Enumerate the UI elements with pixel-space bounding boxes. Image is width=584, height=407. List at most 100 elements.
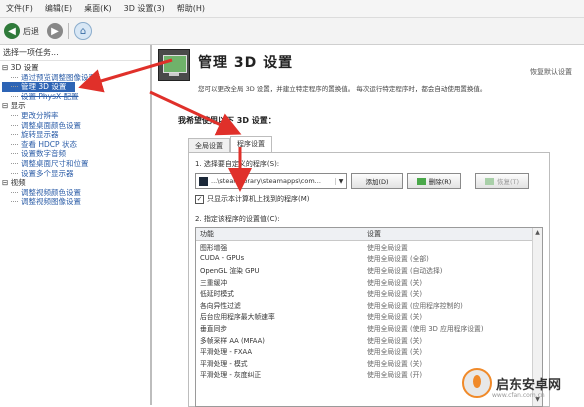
remove-button-label: 删除(R) [428,178,452,186]
setting-cell[interactable]: 使用全局设置 (全部) [365,253,534,263]
program-select[interactable]: ...\steamlibrary\steamapps\com... ▼ [195,173,347,189]
setting-cell[interactable]: 使用全局设置 (关) [365,358,534,368]
table-row[interactable]: 低延时模式使用全局设置 (关)▾ [196,287,542,299]
section-title: 我希望使用以下 3D 设置： [178,116,276,125]
menu-edit[interactable]: 编辑(E) [39,3,78,14]
feature-cell: 平滑处理 - 灰度纠正 [200,371,262,380]
feature-cell: CUDA - GPUs [200,254,245,263]
menu-desktop[interactable]: 桌面(K) [78,3,118,14]
setting-cell[interactable]: 使用全局设置 (关) [365,335,534,345]
specify-settings-label: 2. 指定该程序的设置值(C): [195,215,280,223]
tree-item-manage-3d-settings[interactable]: 管理 3D 设置 [2,82,75,92]
settings-tabs: 全局设置 程序设置 [188,136,272,155]
back-arrow-icon[interactable]: ◀ [4,23,20,39]
menu-file[interactable]: 文件(F) [0,3,39,14]
main-panel: 管理 3D 设置 恢复默认设置 您可以更改全局 3D 设置，并建立特定程序的置换… [152,45,584,407]
add-button[interactable]: 添加(D) [351,173,403,189]
feature-cell: 平滑处理 - FXAA [200,348,253,357]
show-only-found-programs-label: 只显示本计算机上找到的程序(M) [207,195,310,203]
feature-cell: 低延时模式 [200,290,234,299]
tree-item-hdcp-status[interactable]: 查看 HDCP 状态 [2,140,150,150]
show-only-found-programs[interactable]: ✓ 只显示本计算机上找到的程序(M) [195,194,310,204]
restore-defaults-link[interactable]: 恢复默认设置 [530,67,572,77]
forward-arrow-icon[interactable]: ▶ [47,23,63,39]
task-header: 选择一项任务... [0,45,150,61]
toolbar: ◀ 后退 ▶ ⌂ [0,18,584,45]
menu-3d-settings[interactable]: 3D 设置(3) [118,3,171,14]
program-select-value: ...\steamlibrary\steamapps\com... [211,177,321,185]
manage-3d-settings-icon [158,49,190,81]
table-row[interactable]: 平滑处理 - FXAA使用全局设置 (关)▾ [196,345,542,357]
feature-cell: 多帧采样 AA (MFAA) [200,336,265,345]
page-header: 管理 3D 设置 恢复默认设置 [152,45,584,85]
toolbar-divider [68,23,69,39]
back-button-label[interactable]: 后退 [23,26,39,37]
tree-item-desktop-size[interactable]: 调整桌面尺寸和位置 [2,159,150,169]
table-rows: 图形增强使用全局设置▾CUDA - GPUs使用全局设置 (全部)▾OpenGL… [196,241,542,380]
table-row[interactable]: 多帧采样 AA (MFAA)使用全局设置 (关)▾ [196,334,542,346]
tree-item-video-image[interactable]: 调整视频图像设置 [2,197,150,207]
tree-category-3d-settings[interactable]: ⊟ 3D 设置 [2,63,150,73]
restore-button[interactable]: 恢复(T) [475,173,529,189]
setting-cell[interactable]: 使用全局设置 (自动选择) [365,265,534,275]
feature-cell: OpenGL 渲染 GPU [200,266,260,275]
remove-icon [416,177,426,185]
column-header-setting: 设置 [367,230,381,238]
feature-cell: 三重缓冲 [200,278,228,287]
setting-cell[interactable]: 使用全局设置 (关) [365,288,534,298]
tree-item-preview-image-settings[interactable]: 通过预览调整图像设置 [2,73,150,83]
feature-cell: 垂直同步 [200,324,228,333]
table-row[interactable]: 后台应用程序最大帧速率使用全局设置 (关)▾ [196,311,542,323]
task-tree-panel: 选择一项任务... ⊟ 3D 设置 通过预览调整图像设置 管理 3D 设置 设置… [0,45,152,405]
page-description: 您可以更改全局 3D 设置，并建立特定程序的置换值。 每次运行特定程序时，都会自… [198,85,487,93]
task-tree: ⊟ 3D 设置 通过预览调整图像设置 管理 3D 设置 设置 PhysX 配置 … [0,61,150,207]
monitor-screen-shape [163,55,187,73]
tree-item-rotate-display[interactable]: 旋转显示器 [2,130,150,140]
watermark-url: www.cfan.com.cn [492,392,545,399]
table-row[interactable]: 垂直同步使用全局设置 (使用 3D 应用程序设置)▾ [196,322,542,334]
tab-global-settings[interactable]: 全局设置 [188,138,230,152]
tree-item-multiple-displays[interactable]: 设置多个显示器 [2,169,150,179]
setting-cell[interactable]: 使用全局设置 (应用程序控制的) [365,300,534,310]
add-button-label: 添加(D) [365,178,389,186]
menu-bar: 文件(F) 编辑(E) 桌面(K) 3D 设置(3) 帮助(H) [0,0,584,18]
tree-item-desktop-color[interactable]: 调整桌面颜色设置 [2,121,150,131]
setting-cell[interactable]: 使用全局设置 (关) [365,277,534,287]
feature-cell: 后台应用程序最大帧速率 [200,313,275,322]
table-row[interactable]: OpenGL 渲染 GPU使用全局设置 (自动选择)▾ [196,264,542,276]
setting-cell[interactable]: 使用全局设置 (关) [365,311,534,321]
remove-button[interactable]: 删除(R) [407,173,461,189]
table-row[interactable]: 图形增强使用全局设置▾ [196,241,542,253]
table-row[interactable]: 平滑处理 - 模式使用全局设置 (关)▾ [196,357,542,369]
table-row[interactable]: CUDA - GPUs使用全局设置 (全部)▾ [196,253,542,265]
watermark-logo-icon [462,368,492,398]
chevron-down-icon[interactable]: ▼ [335,177,346,185]
setting-cell[interactable]: 使用全局设置 (使用 3D 应用程序设置) [365,323,534,333]
feature-cell: 平滑处理 - 模式 [200,359,248,368]
setting-cell[interactable]: 使用全局设置 [365,242,534,252]
table-row[interactable]: 各向异性过滤使用全局设置 (应用程序控制的)▾ [196,299,542,311]
feature-cell: 各向异性过滤 [200,301,241,310]
tree-category-display[interactable]: ⊟ 显示 [2,101,150,111]
scroll-up-icon[interactable]: ▲ [533,229,542,238]
tree-category-video[interactable]: ⊟ 视频 [2,178,150,188]
page-title: 管理 3D 设置 [198,55,294,71]
table-header-row: 功能 设置 [196,228,542,241]
feature-cell: 图形增强 [200,243,228,252]
column-header-feature: 功能 [200,230,214,238]
tree-item-digital-audio[interactable]: 设置数字音频 [2,149,150,159]
checkbox-checked-icon[interactable]: ✓ [195,194,204,204]
monitor-base-shape [169,73,179,76]
restore-icon [484,177,494,185]
restore-button-label: 恢复(T) [496,178,520,186]
setting-cell[interactable]: 使用全局设置 (关) [365,346,534,356]
home-icon[interactable]: ⌂ [74,22,92,40]
table-row[interactable]: 三重缓冲使用全局设置 (关)▾ [196,276,542,288]
steam-program-icon [199,176,208,186]
menu-help[interactable]: 帮助(H) [171,3,211,14]
tree-item-physx[interactable]: 设置 PhysX 配置 [2,92,150,102]
tree-item-video-color[interactable]: 调整视频颜色设置 [2,188,150,198]
select-program-label: 1. 选择要自定义的程序(S): [195,160,280,168]
watermark-text: 启东安卓网 [496,377,562,393]
tree-item-change-resolution[interactable]: 更改分辨率 [2,111,150,121]
